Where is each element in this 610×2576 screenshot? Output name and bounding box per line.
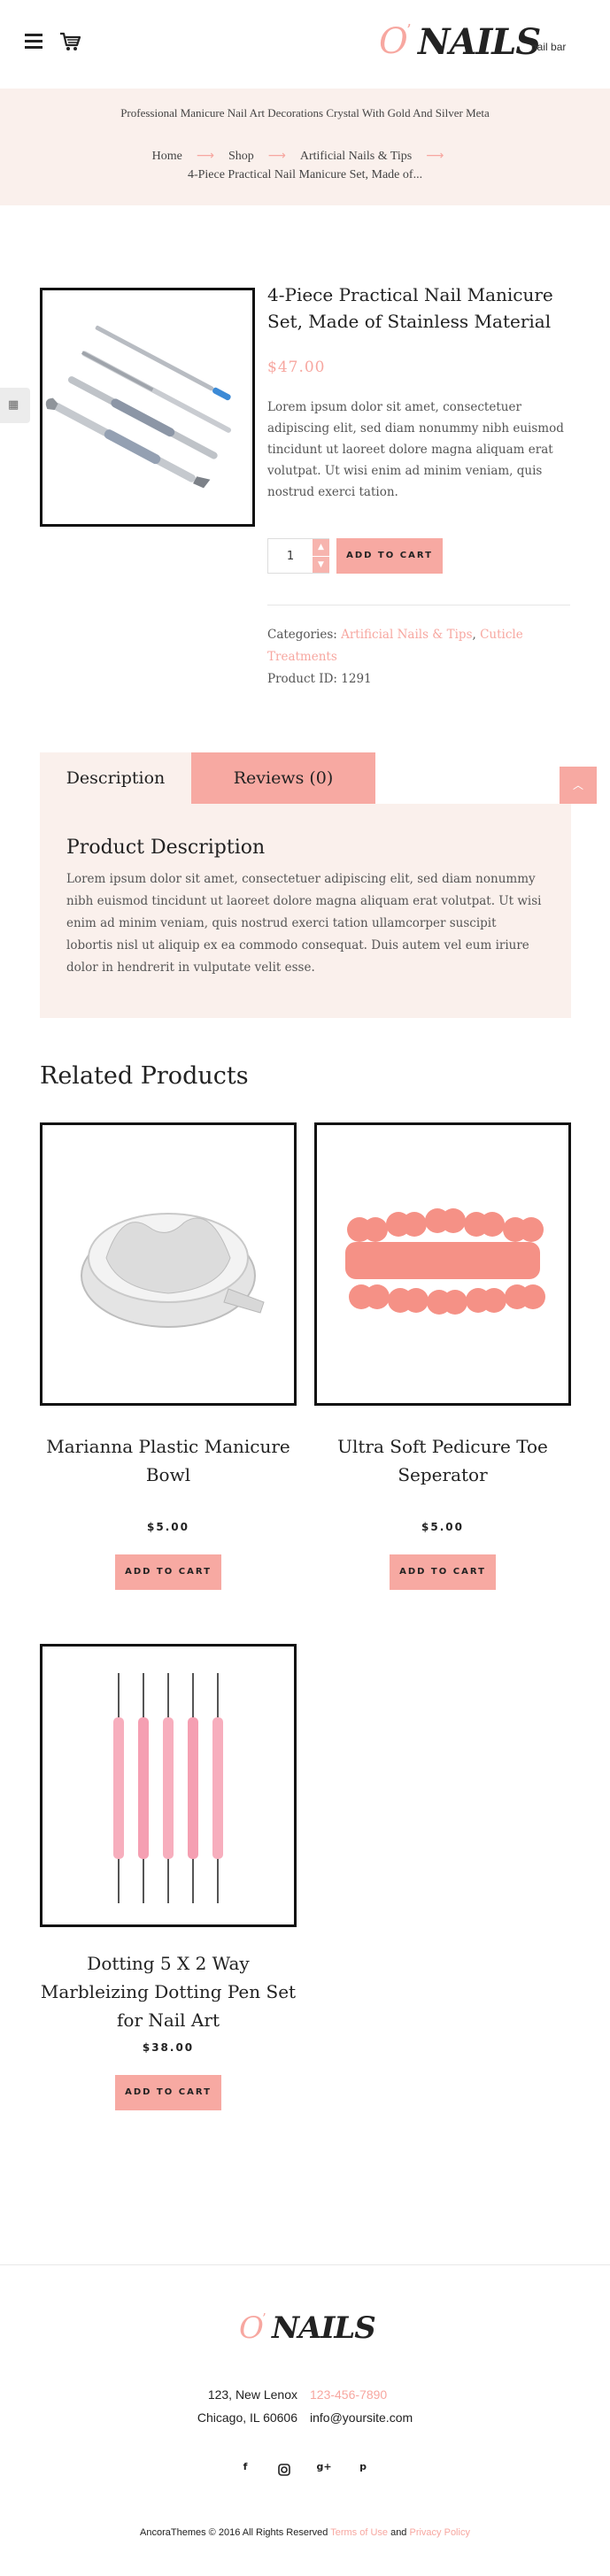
panel-title: Product Description	[66, 837, 266, 859]
related-products-title: Related Products	[40, 1062, 249, 1090]
page-title: Professional Manicure Nail Art Decoratio…	[120, 106, 490, 120]
product-card-image[interactable]	[40, 1644, 297, 1927]
product-id: Product ID: 1291	[267, 672, 372, 686]
address-line-1: 123, New Lenox	[207, 2387, 297, 2402]
product-card-title[interactable]: Dotting 5 X 2 Way Marbleizing Dotting Pe…	[40, 1949, 297, 2034]
page-banner: Professional Manicure Nail Art Decoratio…	[0, 89, 610, 205]
add-to-cart-button[interactable]: ADD TO CART	[390, 1554, 496, 1590]
tab-reviews[interactable]: Reviews (0)	[191, 752, 375, 804]
privacy-link[interactable]: Privacy Policy	[409, 2527, 469, 2538]
product-tabs: Description Reviews (0)	[40, 752, 571, 804]
facebook-icon[interactable]: f	[236, 2461, 254, 2479]
product-description: Lorem ipsum dolor sit amet, consectetuer…	[267, 400, 564, 499]
categories-label: Categories:	[267, 628, 342, 642]
product-card-price: $5.00	[147, 1521, 189, 1533]
product-card-image[interactable]	[40, 1122, 297, 1406]
breadcrumb-home[interactable]: Home	[152, 150, 182, 163]
quantity-decrease-icon[interactable]: ▼	[313, 556, 329, 573]
quantity-input[interactable]	[268, 539, 313, 573]
product-card-price: $5.00	[421, 1521, 464, 1533]
tab-description[interactable]: Description	[40, 752, 191, 804]
instagram-icon[interactable]	[275, 2461, 293, 2479]
breadcrumb-current: 4-Piece Practical Nail Manicure Set, Mad…	[187, 168, 423, 181]
product-price: $47.00	[267, 359, 326, 376]
breadcrumb: Home ⟶ Shop ⟶ Artificial Nails & Tips ⟶	[0, 149, 610, 164]
copyright: AncoraThemes © 2016 All Rights Reserved …	[0, 2527, 610, 2538]
side-panel-toggle[interactable]: ▦	[0, 388, 30, 423]
scroll-to-top-button[interactable]: ︿	[560, 767, 597, 804]
category-link-artificial-nails[interactable]: Artificial Nails & Tips	[341, 628, 472, 642]
product-card-image[interactable]	[314, 1122, 571, 1406]
category-separator: ,	[472, 628, 481, 642]
description-panel: Product Description Lorem ipsum dolor si…	[40, 804, 571, 1018]
pinterest-icon[interactable]: p	[354, 2461, 372, 2479]
product-card-title[interactable]: Marianna Plastic Manicure Bowl	[40, 1432, 297, 1489]
google-plus-icon[interactable]: g+	[315, 2461, 333, 2479]
logo-mark: ’	[262, 2310, 266, 2326]
cart-icon[interactable]	[58, 30, 81, 53]
chevron-up-icon: ︿	[572, 779, 583, 791]
quantity-increase-icon[interactable]: ▲	[313, 539, 329, 556]
breadcrumb-arrow-icon: ⟶	[426, 149, 444, 163]
manicure-tools-image	[45, 325, 232, 489]
address-line-2: Chicago, IL 60606	[197, 2410, 297, 2425]
hamburger-menu-icon[interactable]	[25, 34, 42, 49]
breadcrumb-shop[interactable]: Shop	[228, 150, 254, 163]
site-header: O ’ NAILS nail bar	[0, 0, 610, 89]
manicure-bowl-image	[81, 1213, 265, 1328]
breadcrumb-category[interactable]: Artificial Nails & Tips	[300, 150, 412, 163]
product-image[interactable]	[40, 288, 255, 527]
quantity-stepper: ▲ ▼	[267, 538, 329, 574]
add-to-cart-button[interactable]: ADD TO CART	[336, 538, 443, 574]
grid-icon: ▦	[8, 398, 19, 412]
logo-word: NAILS	[418, 21, 541, 63]
product-title: 4-Piece Practical Nail Manicure Set, Mad…	[267, 284, 553, 332]
logo-word: NAILS	[272, 2310, 376, 2346]
copyright-and: and	[388, 2527, 410, 2538]
toe-separator-image	[345, 1208, 545, 1315]
logo-letter: O	[379, 21, 408, 62]
logo-mark: ’	[406, 21, 412, 40]
logo-letter: O	[239, 2310, 264, 2346]
product-card-price: $38.00	[142, 2041, 195, 2054]
panel-text: Lorem ipsum dolor sit amet, consectetuer…	[66, 872, 542, 975]
email-link[interactable]: info@yoursite.com	[310, 2406, 413, 2429]
breadcrumb-arrow-icon: ⟶	[196, 149, 214, 163]
footer-divider	[0, 2264, 610, 2265]
dotting-pens-image	[113, 1673, 223, 1903]
site-logo[interactable]: O ’ NAILS nail bar	[379, 21, 591, 66]
product-card-title[interactable]: Ultra Soft Pedicure Toe Seperator	[314, 1432, 571, 1489]
logo-subtitle: nail bar	[531, 41, 567, 53]
breadcrumb-arrow-icon: ⟶	[267, 149, 286, 163]
phone-link[interactable]: 123-456-7890	[310, 2383, 387, 2406]
product-meta: Categories: Artificial Nails & Tips, Cut…	[267, 624, 568, 690]
footer-logo[interactable]: O ’ NAILS	[239, 2310, 381, 2350]
add-to-cart-button[interactable]: ADD TO CART	[115, 2075, 221, 2110]
terms-link[interactable]: Terms of Use	[330, 2527, 388, 2538]
copyright-text: AncoraThemes © 2016 All Rights Reserved	[140, 2527, 331, 2538]
add-to-cart-button[interactable]: ADD TO CART	[115, 1554, 221, 1590]
